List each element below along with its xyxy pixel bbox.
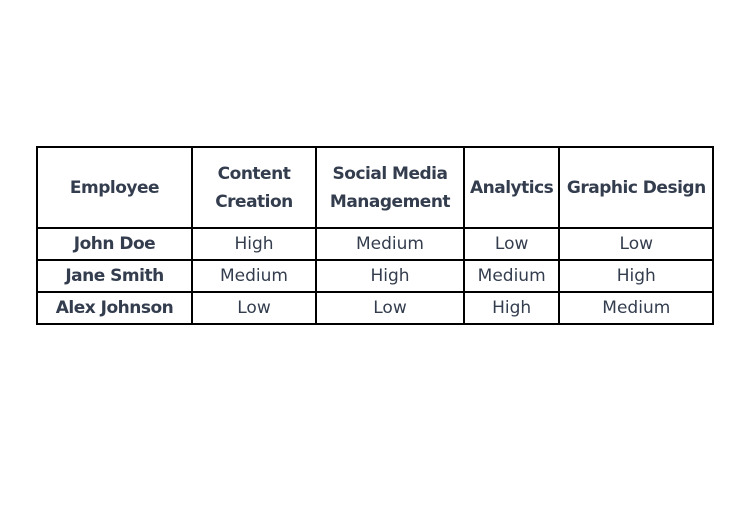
skill-level: Medium bbox=[558, 291, 715, 325]
skills-table: Employee Content Creation Social Media M… bbox=[36, 146, 715, 325]
skill-level: High bbox=[558, 259, 715, 293]
skill-level: Medium bbox=[462, 259, 561, 293]
skill-level: Low bbox=[315, 291, 465, 325]
skill-level: Medium bbox=[315, 227, 465, 261]
skill-level: Medium bbox=[191, 259, 317, 293]
employee-name: Alex Johnson bbox=[36, 291, 193, 325]
table-row: Alex Johnson Low Low High Medium bbox=[36, 291, 715, 325]
employee-name: John Doe bbox=[36, 227, 193, 261]
table-row: Jane Smith Medium High Medium High bbox=[36, 259, 715, 293]
header-social-media-management: Social Media Management bbox=[315, 146, 465, 229]
skill-level: Low bbox=[462, 227, 561, 261]
skill-level: High bbox=[315, 259, 465, 293]
skill-level: High bbox=[462, 291, 561, 325]
header-graphic-design: Graphic Design bbox=[558, 146, 715, 229]
skill-level: Low bbox=[191, 291, 317, 325]
header-employee: Employee bbox=[36, 146, 193, 229]
header-analytics: Analytics bbox=[462, 146, 561, 229]
skill-level: High bbox=[191, 227, 317, 261]
table-row: John Doe High Medium Low Low bbox=[36, 227, 715, 261]
skill-level: Low bbox=[558, 227, 715, 261]
header-content-creation: Content Creation bbox=[191, 146, 317, 229]
employee-name: Jane Smith bbox=[36, 259, 193, 293]
header-row: Employee Content Creation Social Media M… bbox=[36, 146, 715, 229]
